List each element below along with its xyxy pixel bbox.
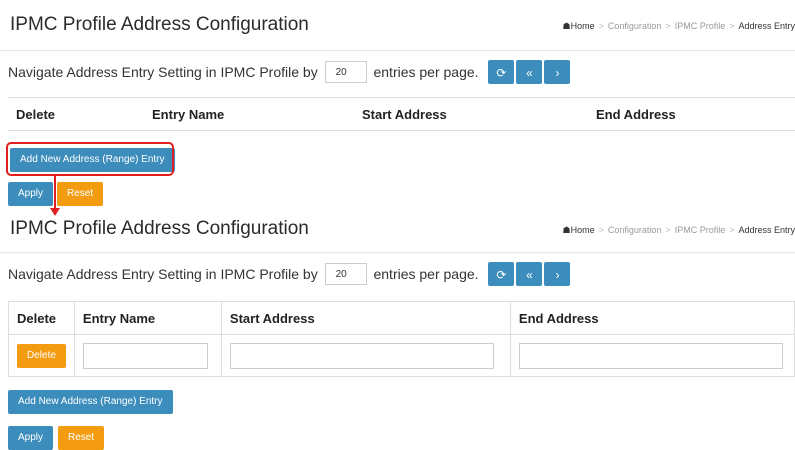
refresh-icon: ⟳ (496, 65, 507, 80)
add-new-entry-button-2[interactable]: Add New Address (Range) Entry (8, 390, 173, 414)
breadcrumb-address-entry-2: Address Entry (738, 225, 795, 235)
col-start-address: Start Address (362, 106, 447, 122)
breadcrumb-configuration-2[interactable]: Configuration (608, 225, 662, 235)
next-page-icon: › (555, 267, 560, 282)
reset-button[interactable]: Reset (57, 182, 104, 206)
bottom-header: IPMC Profile Address Configuration ☗Home… (0, 212, 795, 248)
breadcrumb-home[interactable]: ☗Home (563, 21, 595, 31)
page-title: IPMC Profile Address Configuration (10, 14, 309, 35)
top-header: IPMC Profile Address Configuration ☗Home… (0, 8, 795, 44)
next-page-button[interactable]: › (544, 60, 571, 84)
col-entry-name-2: Entry Name (74, 301, 222, 335)
breadcrumb-home-2[interactable]: ☗Home (563, 225, 595, 235)
home-icon: ☗ (562, 21, 571, 31)
entries-per-page-input[interactable]: 20 (324, 61, 367, 83)
page-title-2: IPMC Profile Address Configuration (10, 218, 309, 239)
refresh-button[interactable]: ⟳ (488, 60, 515, 84)
address-table-2: Delete Entry Name Start Address End Addr… (8, 301, 795, 377)
entry-name-input[interactable] (82, 342, 208, 369)
col-entry-name: Entry Name (152, 106, 225, 122)
home-icon: ☗ (562, 225, 571, 235)
pagination-bar: Navigate Address Entry Setting in IPMC P… (8, 60, 571, 84)
highlight-arrow (54, 176, 56, 210)
reset-button-2[interactable]: Reset (58, 426, 105, 450)
breadcrumb-ipmc-profile[interactable]: IPMC Profile (675, 21, 726, 31)
breadcrumb-address-entry: Address Entry (738, 21, 795, 31)
pagination-bar-2: Navigate Address Entry Setting in IPMC P… (8, 262, 571, 286)
end-address-input[interactable] (518, 342, 783, 369)
col-delete: Delete (16, 106, 56, 122)
refresh-button-2[interactable]: ⟳ (488, 262, 515, 286)
first-page-icon: « (526, 65, 533, 80)
first-page-button[interactable]: « (516, 60, 543, 84)
col-start-address-2: Start Address (221, 301, 511, 335)
next-page-icon: › (555, 65, 560, 80)
entries-per-page-input-2[interactable]: 20 (324, 263, 367, 285)
breadcrumb-configuration[interactable]: Configuration (608, 21, 662, 31)
first-page-icon: « (526, 267, 533, 282)
col-end-address-2: End Address (518, 310, 599, 326)
nav-prefix-2: Navigate Address Entry Setting in IPMC P… (8, 266, 318, 282)
start-address-input[interactable] (229, 342, 494, 369)
table-row: Delete (8, 334, 795, 377)
apply-button[interactable]: Apply (8, 182, 54, 206)
highlight-box (6, 142, 174, 176)
breadcrumb-2: ☗Home > Configuration > IPMC Profile > Address… (562, 225, 795, 235)
apply-button-2[interactable]: Apply (8, 426, 54, 450)
nav-suffix-2: entries per page. (373, 266, 479, 282)
nav-prefix: Navigate Address Entry Setting in IPMC P… (8, 64, 318, 80)
col-delete-2: Delete (8, 301, 75, 335)
breadcrumb: ☗Home > Configuration > IPMC Profile > Address… (562, 21, 795, 31)
breadcrumb-ipmc-profile-2[interactable]: IPMC Profile (675, 225, 726, 235)
refresh-icon: ⟳ (496, 267, 507, 282)
nav-suffix: entries per page. (373, 64, 479, 80)
next-page-button-2[interactable]: › (544, 262, 571, 286)
address-table: Delete Entry Name Start Address End Addr… (8, 97, 795, 131)
first-page-button-2[interactable]: « (516, 262, 543, 286)
delete-row-button[interactable]: Delete (17, 343, 66, 368)
col-end-address: End Address (596, 106, 676, 122)
header-divider (0, 50, 795, 51)
header-divider-2 (0, 252, 795, 253)
